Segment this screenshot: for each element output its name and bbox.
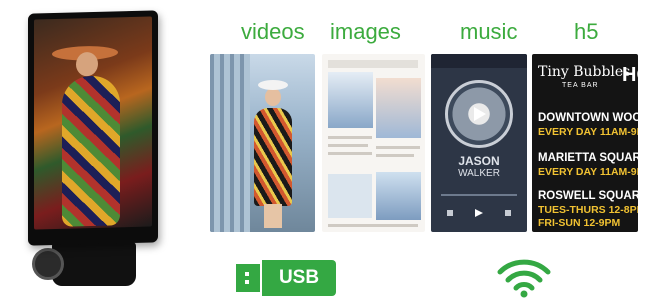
music-controls	[447, 209, 511, 217]
music-player-panel: JASON WALKER	[431, 54, 527, 232]
image-text-line	[328, 144, 368, 147]
video-model-hat	[258, 80, 288, 90]
kiosk-screen	[34, 16, 152, 230]
artist-first-name: JASON	[458, 154, 500, 168]
h5-hours-1: EVERY DAY 11AM-9PM	[538, 126, 638, 138]
h5-location-1: DOWNTOWN WOODSTOCK	[538, 112, 638, 124]
screen-model-face	[76, 51, 98, 77]
label-images: images	[330, 19, 401, 44]
screen-model-dress	[62, 75, 120, 227]
image-photo-2	[376, 78, 421, 138]
label-videos: videos	[241, 19, 305, 44]
h5-hours-4: FRI-SUN 12-9PM	[538, 217, 621, 229]
h5-location-3: ROSWELL SQUARE MARKET,	[538, 190, 638, 202]
h5-location-2: MARIETTA SQUARE	[538, 152, 638, 164]
image-text-line	[376, 146, 420, 149]
usb-badge: USB	[236, 260, 336, 296]
image-text-line	[328, 136, 372, 139]
play-icon	[474, 107, 486, 121]
artist-last-name: WALKER	[458, 168, 500, 179]
images-header-bar	[328, 60, 418, 68]
video-model-face	[265, 88, 281, 106]
video-preview-panel	[210, 54, 315, 232]
video-model	[250, 80, 294, 230]
video-model-legs	[264, 204, 282, 228]
label-music: music	[460, 19, 518, 44]
h5-hours-3: TUES-THURS 12-8PM	[538, 204, 638, 216]
usb-plug-dot	[245, 280, 249, 284]
label-h5: h5	[574, 19, 599, 44]
usb-label: USB	[278, 267, 320, 288]
images-preview-panel	[322, 54, 425, 232]
video-background-building	[210, 54, 250, 232]
image-photo-3	[376, 172, 421, 220]
h5-logo: Tiny Bubbles	[538, 64, 631, 80]
h5-hours-2: EVERY DAY 11AM-9PM	[538, 166, 638, 178]
kiosk-wheel	[32, 248, 64, 280]
image-text-line	[328, 152, 372, 155]
kiosk-frame	[28, 10, 158, 246]
music-progress-bar	[441, 194, 517, 196]
wifi-icon	[497, 259, 551, 298]
usb-plug-dot	[245, 272, 249, 276]
video-model-dress	[254, 108, 292, 206]
usb-icon	[236, 264, 260, 292]
h5-logo-extra: HO	[622, 64, 638, 86]
prev-icon	[447, 210, 453, 216]
next-icon	[505, 210, 511, 216]
image-text-line	[376, 154, 414, 157]
image-text-line	[328, 224, 418, 227]
play-small-icon	[475, 209, 483, 217]
kiosk-base	[52, 242, 136, 286]
digital-signage-kiosk	[8, 6, 188, 296]
image-photo-1	[328, 72, 373, 128]
h5-preview-panel: Tiny Bubbles TEA BAR HO DOWNTOWN WOODSTO…	[532, 54, 638, 232]
image-photo-4	[328, 174, 372, 218]
h5-logo-sub: TEA BAR	[562, 82, 599, 89]
music-status-bar	[431, 54, 527, 68]
